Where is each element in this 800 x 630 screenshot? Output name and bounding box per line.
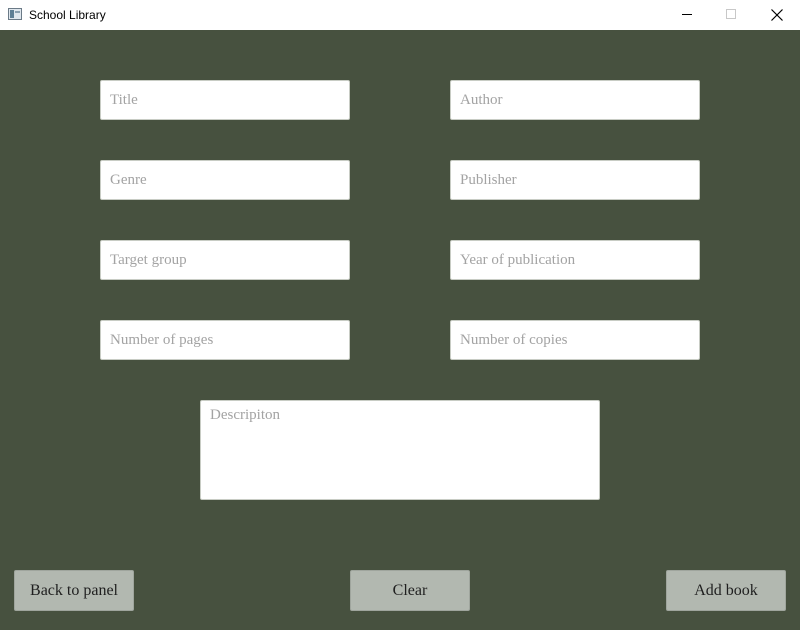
minimize-icon <box>682 14 692 15</box>
number-of-copies-input[interactable] <box>450 320 700 360</box>
back-to-panel-button[interactable]: Back to panel <box>14 570 134 611</box>
clear-button[interactable]: Clear <box>350 570 470 611</box>
minimize-button[interactable] <box>664 0 710 30</box>
window-title: School Library <box>29 8 106 22</box>
target-group-input[interactable] <box>100 240 350 280</box>
genre-input[interactable] <box>100 160 350 200</box>
publisher-input[interactable] <box>450 160 700 200</box>
maximize-icon <box>726 9 736 19</box>
app-window-icon <box>8 8 22 20</box>
title-input[interactable] <box>100 80 350 120</box>
year-of-publication-input[interactable] <box>450 240 700 280</box>
close-icon <box>771 9 783 21</box>
number-of-pages-input[interactable] <box>100 320 350 360</box>
author-input[interactable] <box>450 80 700 120</box>
maximize-button[interactable] <box>708 0 754 30</box>
close-button[interactable] <box>754 0 800 30</box>
add-book-button[interactable]: Add book <box>666 570 786 611</box>
app-window: School Library Back to panel Clear Add b… <box>0 0 800 630</box>
add-book-form: Back to panel Clear Add book <box>0 30 800 630</box>
title-bar[interactable]: School Library <box>0 0 800 30</box>
description-textarea[interactable] <box>200 400 600 500</box>
